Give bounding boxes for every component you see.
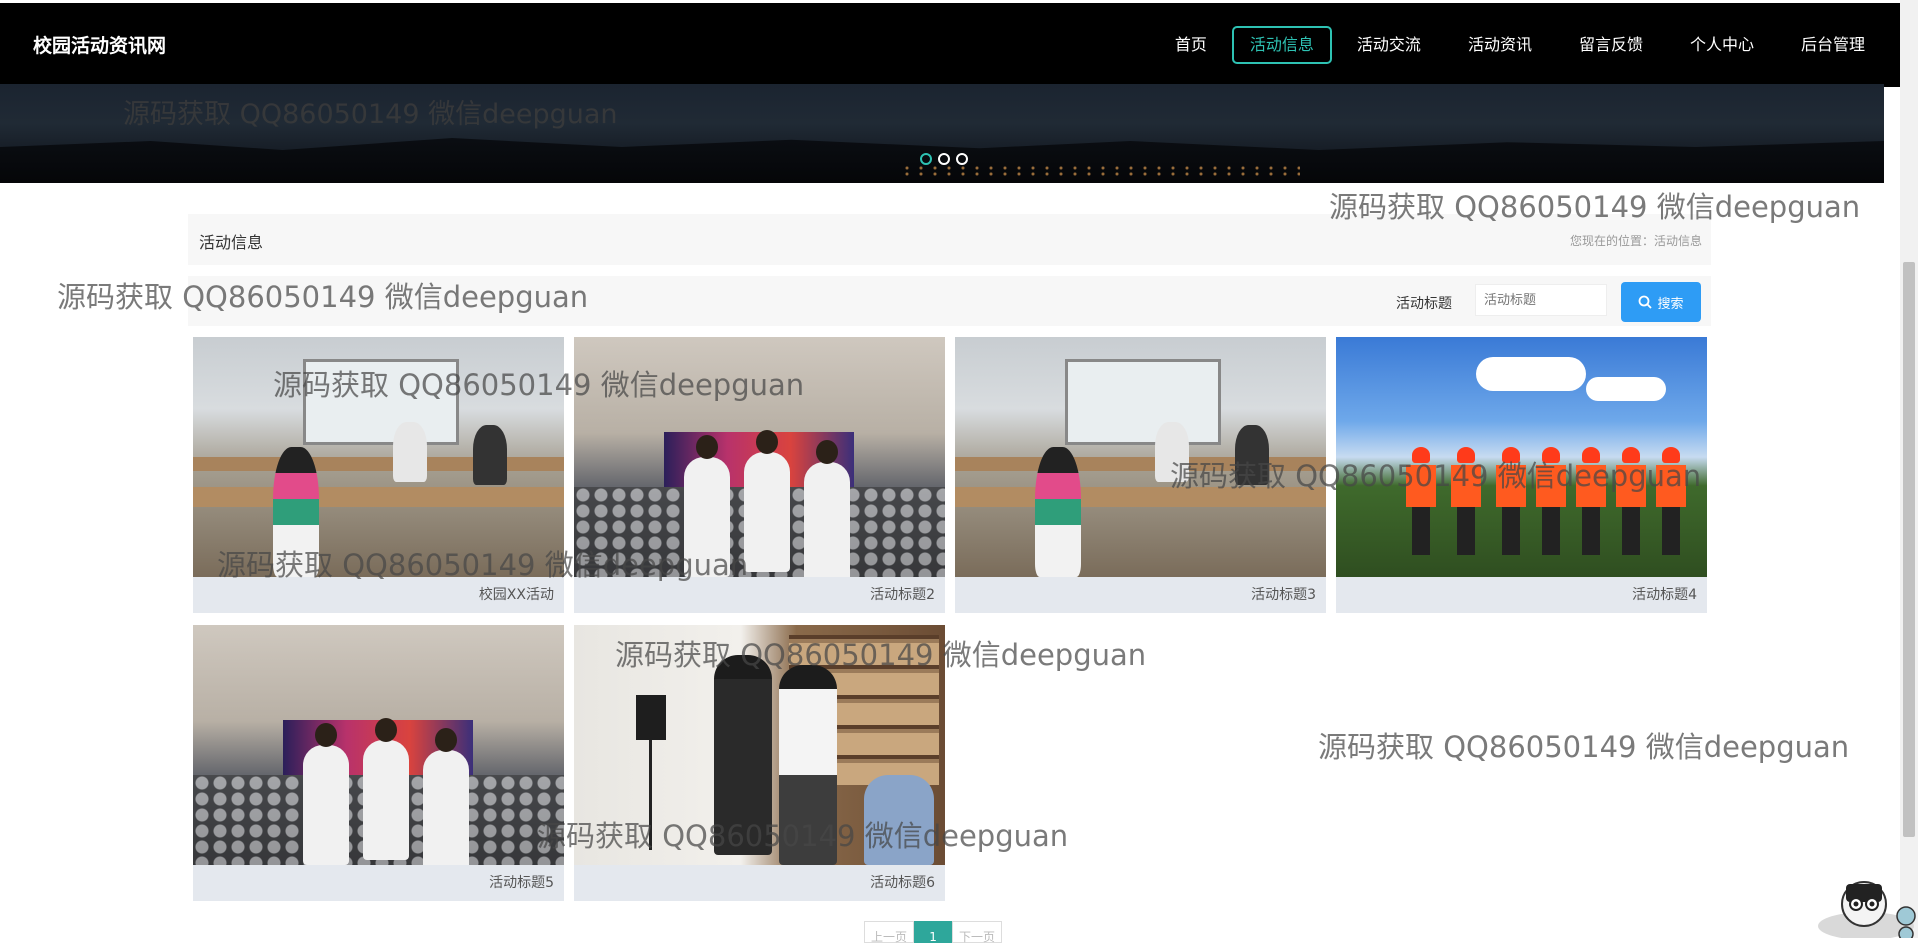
nav-item-activity-exchange[interactable]: 活动交流: [1335, 26, 1443, 64]
search-button-label: 搜索: [1657, 296, 1684, 312]
activity-title[interactable]: 活动标题3: [1251, 584, 1316, 604]
pagination: 上一页 1 下一页: [864, 921, 1003, 944]
search-bar: 活动标题 搜索: [188, 276, 1711, 326]
site-logo-title[interactable]: 校园活动资讯网: [33, 31, 166, 58]
activity-title[interactable]: 校园XX活动: [479, 584, 554, 604]
prev-page-button[interactable]: 上一页: [864, 921, 915, 944]
nav-item-home[interactable]: 首页: [1153, 26, 1229, 64]
activity-title[interactable]: 活动标题6: [870, 872, 935, 892]
nav-item-admin[interactable]: 后台管理: [1779, 26, 1887, 64]
banner-carousel: [0, 84, 1884, 183]
nav-menu: 首页 活动信息 活动交流 活动资讯 留言反馈 个人中心 后台管理: [1150, 26, 1887, 64]
search-label: 活动标题: [1396, 296, 1452, 312]
banner-city-lights: [900, 165, 1300, 177]
next-page-button[interactable]: 下一页: [952, 921, 1003, 944]
page-title: 活动信息: [199, 233, 264, 252]
nav-item-activity-news[interactable]: 活动资讯: [1446, 26, 1554, 64]
mascot-widget-icon[interactable]: [1806, 866, 1918, 938]
activity-card[interactable]: 校园XX活动: [193, 337, 564, 613]
carousel-dot-2[interactable]: [938, 153, 950, 165]
breadcrumb: 您现在的位置：活动信息: [1569, 234, 1702, 248]
carousel-dot-1[interactable]: [920, 153, 932, 165]
search-input[interactable]: [1475, 284, 1607, 316]
nav-item-feedback[interactable]: 留言反馈: [1557, 26, 1665, 64]
activity-image[interactable]: [574, 337, 945, 577]
page-number-button[interactable]: 1: [914, 921, 953, 944]
section-header: 活动信息 您现在的位置：活动信息: [188, 214, 1711, 265]
activity-card[interactable]: 活动标题4: [1336, 337, 1707, 613]
carousel-indicators: [920, 153, 968, 165]
activity-card[interactable]: 活动标题6: [574, 625, 945, 901]
activity-card[interactable]: 活动标题2: [574, 337, 945, 613]
watermark-text: 源码获取 QQ86050149 微信deepguan: [1318, 730, 1850, 764]
nav-item-activity-info[interactable]: 活动信息: [1231, 26, 1332, 64]
activity-image[interactable]: [1336, 337, 1707, 577]
page-scrollbar[interactable]: [1900, 0, 1918, 938]
activity-image[interactable]: [574, 625, 945, 865]
scrollbar-thumb[interactable]: [1903, 262, 1915, 837]
search-button[interactable]: 搜索: [1621, 282, 1701, 322]
search-icon: [1639, 295, 1653, 309]
activity-title[interactable]: 活动标题5: [489, 872, 554, 892]
carousel-dot-3[interactable]: [956, 153, 968, 165]
activity-card[interactable]: 活动标题3: [955, 337, 1326, 613]
activity-card[interactable]: 活动标题5: [193, 625, 564, 901]
nav-item-user-center[interactable]: 个人中心: [1668, 26, 1776, 64]
activity-image[interactable]: [193, 625, 564, 865]
activity-image[interactable]: [193, 337, 564, 577]
activity-title[interactable]: 活动标题4: [1632, 584, 1697, 604]
activity-title[interactable]: 活动标题2: [870, 584, 935, 604]
top-navbar: 校园活动资讯网 首页 活动信息 活动交流 活动资讯 留言反馈 个人中心 后台管理: [0, 0, 1900, 87]
activity-image[interactable]: [955, 337, 1326, 577]
